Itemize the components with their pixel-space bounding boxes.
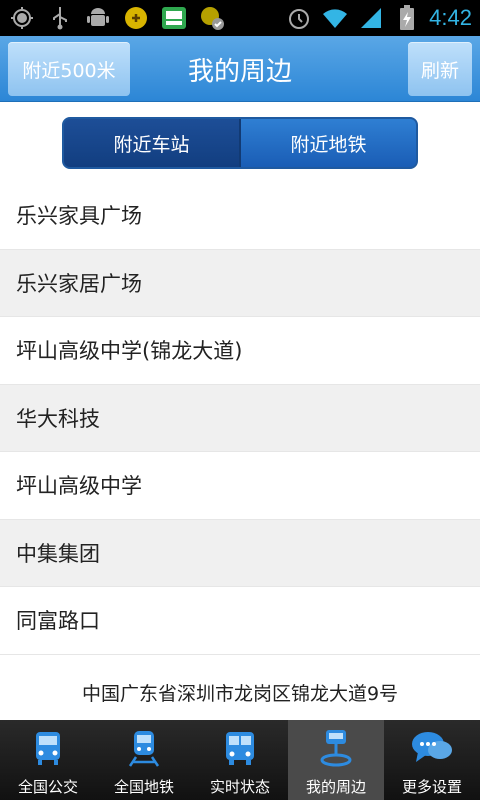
battery-icon: [393, 4, 421, 32]
header: 我的周边 附近500米 刷新: [0, 36, 480, 102]
list-item[interactable]: 乐兴家居广场: [0, 249, 480, 317]
tab-national-bus[interactable]: 全国公交: [0, 720, 96, 800]
tab-realtime-status[interactable]: 实时状态: [192, 720, 288, 800]
app-icon: [122, 4, 150, 32]
current-address: 中国广东省深圳市龙岗区锦龙大道9号: [81, 682, 399, 705]
chat-bubbles-icon: [410, 726, 454, 770]
list-item[interactable]: 华大科技: [0, 384, 480, 452]
status-left-icons: [8, 4, 226, 32]
sync-icon: [198, 4, 226, 32]
nearby-range-button[interactable]: 附近500米: [8, 42, 130, 96]
bottom-tab-bar: 全国公交 全国地铁 实时状态 我的周边 更多设置: [0, 720, 480, 800]
usb-icon: [46, 4, 74, 32]
status-bar: 4:42: [0, 0, 480, 36]
wifi-icon: [321, 4, 349, 32]
list-item[interactable]: 坪山高级中学: [0, 452, 480, 520]
list-item[interactable]: 同富路口: [0, 587, 480, 655]
status-right-icons: 4:42: [285, 4, 472, 32]
tab-label: 我的周边: [305, 778, 366, 796]
tab-my-nearby[interactable]: 我的周边: [288, 720, 384, 800]
alarm-icon: [285, 4, 313, 32]
bus-icon: [26, 726, 70, 770]
bus-app-icon: [160, 4, 188, 32]
list-item[interactable]: 坪山高级中学(锦龙大道): [0, 317, 480, 385]
tab-label: 更多设置: [401, 778, 462, 796]
tab-nearby-subway[interactable]: 附近地铁: [239, 119, 416, 167]
nearby-segment-control: 附近车站 附近地铁: [62, 117, 418, 169]
realtime-bus-icon: [218, 726, 262, 770]
list-item[interactable]: 乐兴家具广场: [0, 182, 480, 250]
tab-label: 全国地铁: [113, 778, 174, 796]
tab-national-subway[interactable]: 全国地铁: [96, 720, 192, 800]
nearby-list: 乐兴家具广场 乐兴家居广场 坪山高级中学(锦龙大道) 华大科技 坪山高级中学 中…: [0, 182, 480, 655]
subway-icon: [122, 726, 166, 770]
tab-label: 全国公交: [17, 778, 78, 796]
tab-more-settings[interactable]: 更多设置: [384, 720, 480, 800]
tab-label: 实时状态: [209, 778, 270, 796]
list-item[interactable]: 中集集团: [0, 519, 480, 587]
signal-icon: [357, 4, 385, 32]
tab-nearby-stations[interactable]: 附近车站: [64, 119, 239, 167]
refresh-button[interactable]: 刷新: [408, 42, 472, 96]
status-time: 4:42: [429, 5, 472, 30]
nearby-icon: [314, 726, 358, 770]
location-icon: [8, 4, 36, 32]
android-icon: [84, 4, 112, 32]
